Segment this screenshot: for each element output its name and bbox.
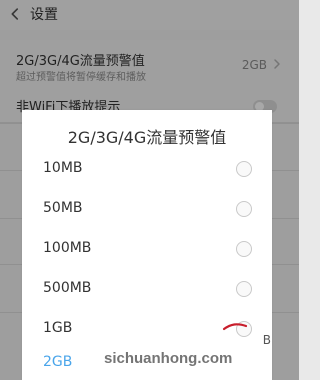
screen-root: 设置 2G/3G/4G流量预警值 超过预警值将暂停缓存和播放 2GB 非WiFi… <box>0 0 299 380</box>
option-label: 500MB <box>43 280 92 296</box>
traffic-warning-dialog: 2G/3G/4G流量预警值 10MB 50MB 100MB 500MB 1GB … <box>22 110 272 380</box>
option-10mb[interactable]: 10MB <box>22 148 272 192</box>
option-label: 10MB <box>43 160 83 176</box>
option-50mb[interactable]: 50MB <box>22 188 272 232</box>
option-label: 1GB <box>43 320 73 336</box>
option-100mb[interactable]: 100MB <box>22 228 272 272</box>
red-pen-mark <box>222 323 248 331</box>
radio-button[interactable] <box>236 201 252 217</box>
watermark: sichuanhong.com <box>104 350 233 367</box>
option-500mb[interactable]: 500MB <box>22 268 272 312</box>
dialog-title: 2G/3G/4G流量预警值 <box>67 128 227 147</box>
radio-button[interactable] <box>236 281 252 297</box>
option-label: 2GB <box>43 354 73 370</box>
option-label: 100MB <box>43 240 92 256</box>
radio-button[interactable] <box>236 161 252 177</box>
radio-button[interactable] <box>236 241 252 257</box>
option-label: 50MB <box>43 200 83 216</box>
partial-overlay-text: B <box>262 333 271 347</box>
